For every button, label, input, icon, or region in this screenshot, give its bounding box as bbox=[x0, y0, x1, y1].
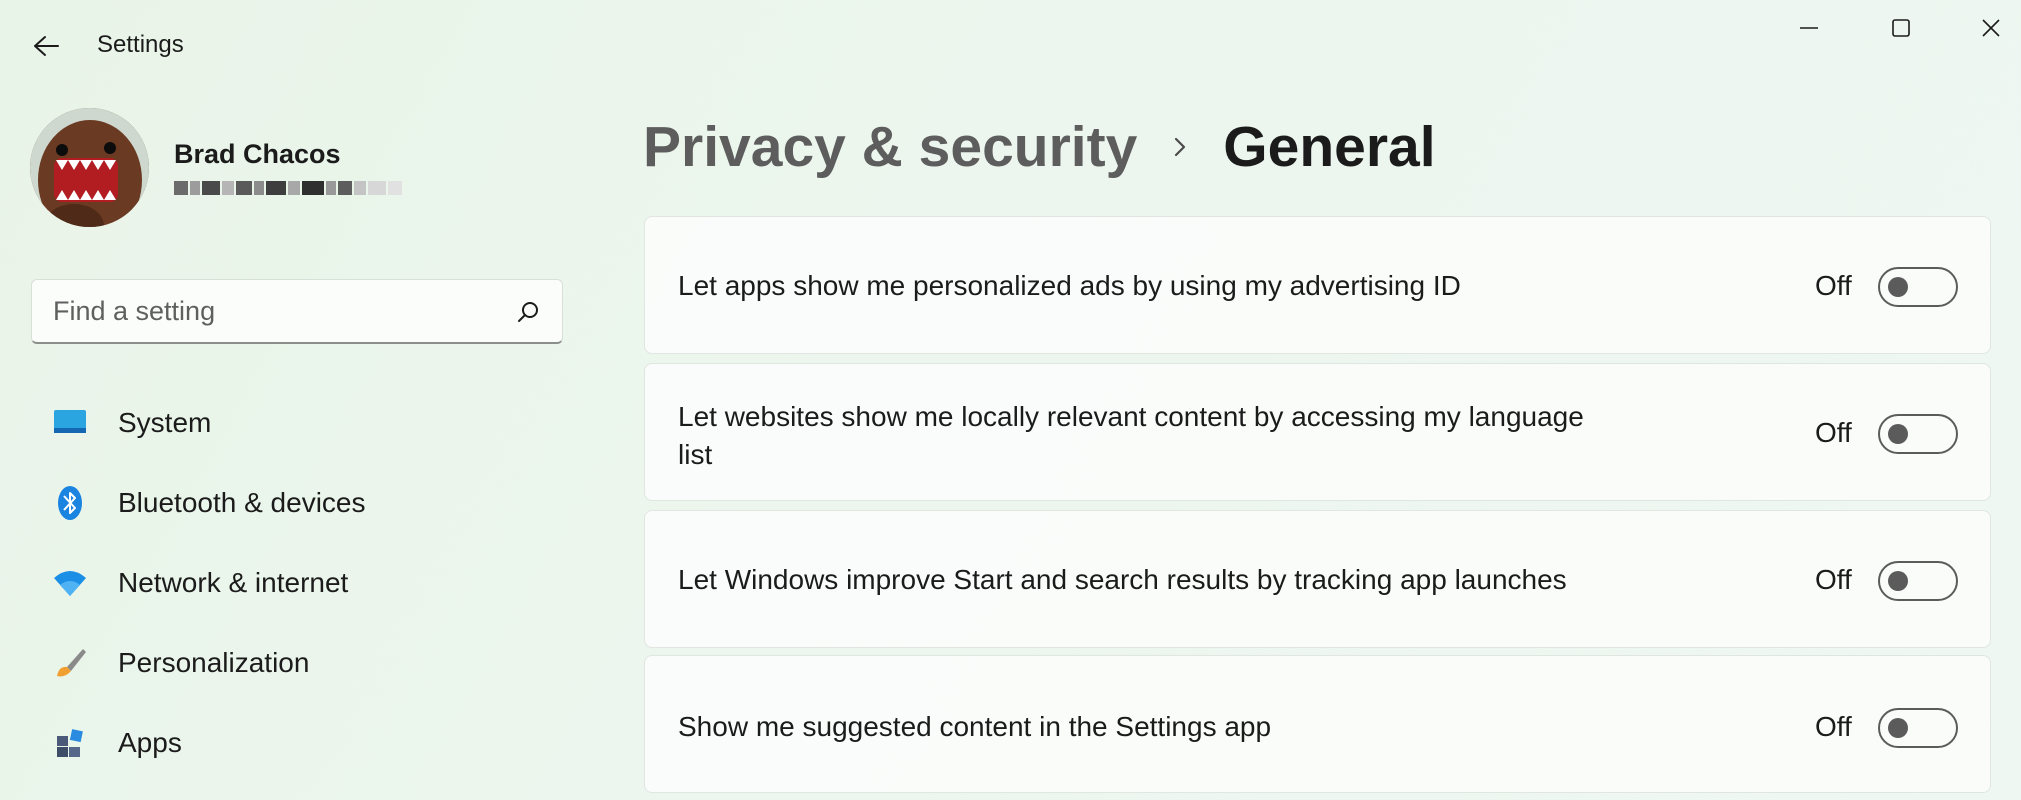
title-bar: Settings bbox=[0, 0, 2021, 90]
apps-icon bbox=[50, 723, 90, 763]
brush-icon bbox=[50, 643, 90, 683]
setting-label: Let apps show me personalized ads by usi… bbox=[678, 270, 1461, 301]
suggested-content-toggle[interactable] bbox=[1878, 708, 1958, 748]
toggle-state-text: Off bbox=[1815, 270, 1852, 301]
advertising-id-toggle[interactable] bbox=[1878, 267, 1958, 307]
sidebar-item-label: Bluetooth & devices bbox=[118, 487, 366, 518]
breadcrumb-parent[interactable]: Privacy & security bbox=[643, 114, 1137, 180]
minimize-icon bbox=[1800, 27, 1818, 29]
search-box[interactable] bbox=[31, 279, 563, 344]
sidebar-item-personalization[interactable]: Personalization bbox=[40, 630, 570, 696]
back-button[interactable] bbox=[26, 28, 66, 64]
setting-label: Let websites show me locally relevant co… bbox=[678, 401, 1584, 470]
back-arrow-icon bbox=[34, 36, 59, 56]
setting-card-language-list: Let websites show me locally relevant co… bbox=[644, 363, 1991, 501]
toggle-state-text: Off bbox=[1815, 564, 1852, 595]
toggle-state-text: Off bbox=[1815, 711, 1852, 742]
setting-card-advertising-id: Let apps show me personalized ads by usi… bbox=[644, 216, 1991, 354]
sidebar-item-apps[interactable]: Apps bbox=[40, 710, 570, 776]
setting-card-app-launch-tracking: Let Windows improve Start and search res… bbox=[644, 510, 1991, 648]
sidebar-item-network[interactable]: Network & internet bbox=[40, 550, 570, 616]
user-name: Brad Chacos bbox=[174, 139, 341, 169]
search-input[interactable] bbox=[53, 295, 493, 327]
toggle-state-text: Off bbox=[1815, 417, 1852, 448]
search-icon[interactable] bbox=[516, 300, 540, 324]
breadcrumb: Privacy & security General bbox=[643, 112, 1436, 182]
app-launch-tracking-toggle[interactable] bbox=[1878, 561, 1958, 601]
toggle-knob bbox=[1888, 277, 1908, 297]
toggle-knob bbox=[1888, 718, 1908, 738]
maximize-icon bbox=[1892, 19, 1910, 37]
close-icon bbox=[1982, 19, 2000, 37]
setting-label: Show me suggested content in the Setting… bbox=[678, 711, 1272, 742]
sidebar-item-system[interactable]: System bbox=[40, 390, 570, 456]
sidebar-item-label: Network & internet bbox=[118, 567, 349, 598]
language-list-toggle[interactable] bbox=[1878, 414, 1958, 454]
toggle-knob bbox=[1888, 424, 1908, 444]
bluetooth-icon bbox=[50, 483, 90, 523]
sidebar-item-label: Apps bbox=[118, 727, 182, 758]
sidebar-item-label: System bbox=[118, 407, 212, 438]
setting-card-suggested-content: Show me suggested content in the Setting… bbox=[644, 655, 1991, 793]
toggle-knob bbox=[1888, 571, 1908, 591]
avatar[interactable] bbox=[30, 108, 149, 227]
close-button[interactable] bbox=[1956, 8, 2021, 48]
monitor-icon bbox=[50, 403, 90, 443]
avatar-image bbox=[30, 108, 149, 227]
chevron-right-icon bbox=[1155, 134, 1205, 160]
minimize-button[interactable] bbox=[1774, 8, 1844, 48]
wifi-icon bbox=[50, 563, 90, 603]
sidebar-item-label: Personalization bbox=[118, 647, 310, 678]
sidebar-item-bluetooth[interactable]: Bluetooth & devices bbox=[40, 470, 570, 536]
app-title: Settings bbox=[97, 31, 184, 58]
page-title: General bbox=[1223, 115, 1436, 179]
setting-label: Let Windows improve Start and search res… bbox=[678, 564, 1567, 595]
user-email-redacted bbox=[174, 178, 438, 198]
maximize-button[interactable] bbox=[1866, 8, 1936, 48]
